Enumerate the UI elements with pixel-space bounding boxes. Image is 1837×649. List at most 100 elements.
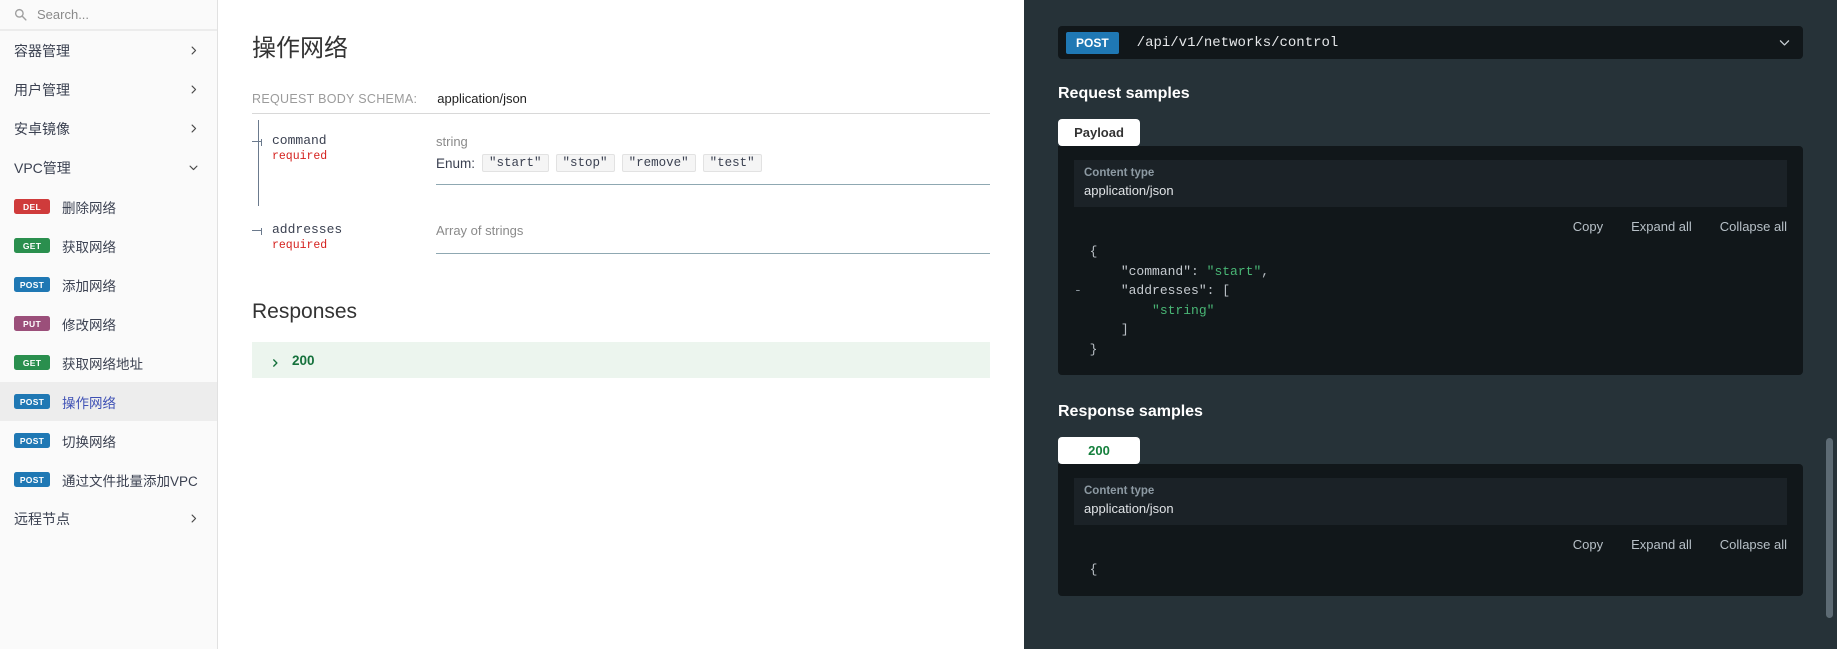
expand-all-button[interactable]: Expand all xyxy=(1631,537,1692,552)
sidebar-group-label: VPC管理 xyxy=(14,158,71,178)
api-docs-page: 容器管理用户管理安卓镜像VPC管理DEL删除网络GET获取网络POST添加网络P… xyxy=(0,0,1837,649)
chevron-right-icon xyxy=(188,45,199,56)
responses-list: 200 xyxy=(252,342,990,378)
page-title: 操作网络 xyxy=(252,28,990,63)
request-content-type-value: application/json xyxy=(1084,183,1777,198)
sidebar-group-label: 安卓镜像 xyxy=(14,119,70,139)
sidebar-operation-4[interactable]: GET 获取网络地址 xyxy=(0,343,217,382)
request-samples-title: Request samples xyxy=(1058,85,1803,103)
response-content-type-label: Content type xyxy=(1084,485,1777,497)
sidebar-group-3[interactable]: VPC管理 xyxy=(0,148,217,187)
method-badge: GET xyxy=(14,238,50,253)
sidebar-group-label: 远程节点 xyxy=(14,509,70,529)
sidebar-operation-label: 添加网络 xyxy=(62,275,116,295)
response-code-actions: Copy Expand all Collapse all xyxy=(1074,525,1787,560)
sidebar-operation-label: 获取网络 xyxy=(62,236,116,256)
field-detail-col: string Enum: "start" "stop" "remove" "test" xyxy=(436,132,990,185)
tab-response-200[interactable]: 200 xyxy=(1058,437,1140,464)
collapse-all-button[interactable]: Collapse all xyxy=(1720,537,1787,552)
field-required: required xyxy=(272,238,436,254)
chevron-right-icon xyxy=(188,84,199,95)
enum-label: Enum: xyxy=(436,156,475,171)
sidebar-operation-label: 通过文件批量添加VPC xyxy=(62,470,198,490)
endpoint-selector[interactable]: POST /api/v1/networks/control xyxy=(1058,26,1803,59)
sidebar-operation-label: 操作网络 xyxy=(62,392,116,412)
method-badge: POST xyxy=(14,433,50,448)
sidebar-group-label: 用户管理 xyxy=(14,80,70,100)
sidebar: 容器管理用户管理安卓镜像VPC管理DEL删除网络GET获取网络POST添加网络P… xyxy=(0,0,218,649)
sidebar-operation-3[interactable]: PUT 修改网络 xyxy=(0,304,217,343)
schema-fields: commandrequiredstring Enum:"start""stop"… xyxy=(252,114,990,254)
enum-row: Enum: "start" "stop" "remove" "test" xyxy=(436,154,990,172)
method-badge: POST xyxy=(14,394,50,409)
response-status-code: 200 xyxy=(292,353,315,368)
request-sample-card: Content type application/json Copy Expan… xyxy=(1058,146,1803,375)
tree-tick-icon xyxy=(252,230,261,231)
endpoint-method-badge: POST xyxy=(1066,32,1119,54)
schema-label: REQUEST BODY SCHEMA: xyxy=(252,92,417,106)
chevron-right-icon xyxy=(188,123,199,134)
request-code-actions: Copy Expand all Collapse all xyxy=(1074,207,1787,242)
request-body-schema-header: REQUEST BODY SCHEMA: application/json xyxy=(252,91,990,114)
request-code-block: { "command": "start", - "addresses": [ "… xyxy=(1074,242,1787,359)
enum-value-2: "remove" xyxy=(622,154,696,172)
response-sample-card: Content type application/json Copy Expan… xyxy=(1058,464,1803,596)
field-name: command xyxy=(272,132,436,149)
field-type: string xyxy=(436,132,990,152)
response-code-block: { xyxy=(1074,560,1787,580)
method-badge: POST xyxy=(14,472,50,487)
chevron-right-icon xyxy=(270,355,280,365)
sidebar-operation-label: 删除网络 xyxy=(62,197,116,217)
request-content-type: Content type application/json xyxy=(1074,160,1787,207)
enum-value-3: "test" xyxy=(703,154,762,172)
chevron-down-icon xyxy=(188,162,199,173)
sidebar-operation-5[interactable]: POST 操作网络 xyxy=(0,382,217,421)
chevron-right-icon xyxy=(188,513,199,524)
sidebar-operation-7[interactable]: POST 通过文件批量添加VPC xyxy=(0,460,217,499)
field-detail-col: Array of strings xyxy=(436,221,990,254)
response-content-type: Content type application/json xyxy=(1074,478,1787,525)
sidebar-operation-0[interactable]: DEL 删除网络 xyxy=(0,187,217,226)
panel-scrollbar-track[interactable] xyxy=(1828,0,1835,649)
responses-title: Responses xyxy=(252,300,990,324)
collapse-all-button[interactable]: Collapse all xyxy=(1720,219,1787,234)
copy-button[interactable]: Copy xyxy=(1573,537,1603,552)
panel-scrollbar-thumb[interactable] xyxy=(1826,438,1833,618)
samples-panel: POST /api/v1/networks/control Request sa… xyxy=(1024,0,1837,649)
field-type: Array of strings xyxy=(436,221,990,241)
schema-field-addresses: addressesrequiredArray of strings xyxy=(252,221,990,254)
sidebar-group-2[interactable]: 安卓镜像 xyxy=(0,109,217,148)
field-label-col: addressesrequired xyxy=(252,221,436,254)
method-badge: PUT xyxy=(14,316,50,331)
sidebar-operation-1[interactable]: GET 获取网络 xyxy=(0,226,217,265)
response-content-type-value: application/json xyxy=(1084,501,1777,516)
method-badge: DEL xyxy=(14,199,50,214)
enum-value-0: "start" xyxy=(482,154,549,172)
sidebar-operation-label: 切换网络 xyxy=(62,431,116,451)
main-content: 操作网络 REQUEST BODY SCHEMA: application/js… xyxy=(218,0,1024,649)
sidebar-group-remote-0[interactable]: 远程节点 xyxy=(0,499,217,538)
copy-button[interactable]: Copy xyxy=(1573,219,1603,234)
chevron-down-icon[interactable] xyxy=(1778,36,1791,49)
response-row-200[interactable]: 200 xyxy=(252,342,990,378)
sidebar-operation-2[interactable]: POST 添加网络 xyxy=(0,265,217,304)
tab-payload[interactable]: Payload xyxy=(1058,119,1140,146)
tree-tick-icon xyxy=(252,141,261,142)
enum-value-1: "stop" xyxy=(556,154,615,172)
sidebar-operation-6[interactable]: POST 切换网络 xyxy=(0,421,217,460)
sidebar-group-0[interactable]: 容器管理 xyxy=(0,31,217,70)
method-badge: GET xyxy=(14,355,50,370)
schema-field-command: commandrequiredstring Enum: "start" "stop"… xyxy=(252,132,990,185)
expand-all-button[interactable]: Expand all xyxy=(1631,219,1692,234)
sidebar-nav: 容器管理用户管理安卓镜像VPC管理DEL删除网络GET获取网络POST添加网络P… xyxy=(0,31,217,538)
method-badge: POST xyxy=(14,277,50,292)
response-samples-title: Response samples xyxy=(1058,403,1803,421)
sidebar-search[interactable] xyxy=(0,0,217,30)
sidebar-group-1[interactable]: 用户管理 xyxy=(0,70,217,109)
sidebar-operation-label: 获取网络地址 xyxy=(62,353,143,373)
field-label-col: commandrequired xyxy=(252,132,436,165)
search-input[interactable] xyxy=(37,7,205,22)
sidebar-operation-label: 修改网络 xyxy=(62,314,116,334)
schema-content-type: application/json xyxy=(437,91,527,106)
endpoint-path: /api/v1/networks/control xyxy=(1137,35,1778,51)
